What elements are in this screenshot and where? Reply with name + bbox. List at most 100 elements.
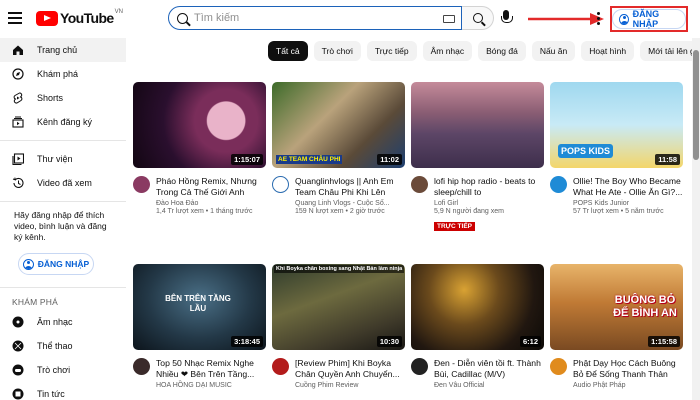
channel-avatar[interactable]	[133, 176, 150, 193]
sidebar-item-label: Video đã xem	[37, 178, 92, 188]
video-stats: 159 N lượt xem • 2 giờ trước	[295, 208, 385, 215]
live-badge: TRỰC TIẾP	[434, 222, 476, 231]
channel-avatar[interactable]	[550, 176, 567, 193]
video-thumbnail[interactable]	[411, 82, 544, 168]
video-card[interactable]: 6:12 Đen - Diễn viên tồi ft. Thành Bùi, …	[411, 264, 544, 389]
sidebar-item-label: Shorts	[37, 93, 64, 103]
video-thumbnail[interactable]: BÊN TRÊN TẦNG LẦU 3:18:45	[133, 264, 266, 350]
sidebar-item-sports[interactable]: Thể thao	[0, 334, 126, 358]
microphone-icon[interactable]	[501, 10, 513, 23]
video-duration: 6:12	[519, 336, 541, 347]
chip-football[interactable]: Bóng đá	[478, 41, 526, 61]
video-title[interactable]: Đen - Diễn viên tồi ft. Thành Bùi, Cadil…	[434, 358, 544, 380]
video-card[interactable]: AE TEAM CHÂU PHI 11:02 Quanglinhvlogs ||…	[272, 82, 405, 215]
more-options-icon[interactable]	[597, 12, 600, 27]
sidebar-item-label: Trang chủ	[37, 45, 78, 55]
sidebar-item-history[interactable]: Video đã xem	[0, 171, 126, 195]
video-title[interactable]: lofi hip hop radio - beats to sleep/chil…	[434, 176, 544, 198]
channel-avatar[interactable]	[272, 358, 289, 375]
channel-name[interactable]: Quang Linh Vlogs - Cuộc Số...	[295, 200, 405, 207]
news-icon	[12, 388, 24, 400]
chip-live[interactable]: Trực tiếp	[366, 41, 417, 61]
video-thumbnail[interactable]: Khi Boyka chân boxing sang Nhật Bản làm …	[272, 264, 405, 350]
video-thumbnail[interactable]: AE TEAM CHÂU PHI 11:02	[272, 82, 405, 168]
sidebar-item-news[interactable]: Tin tức	[0, 382, 126, 400]
sidebar-item-subscriptions[interactable]: Kênh đăng ký	[0, 110, 126, 134]
thumbnail-caption: Khi Boyka chân boxing sang Nhật Bản làm …	[274, 265, 405, 273]
chip-all[interactable]: Tất cả	[268, 41, 308, 61]
user-circle-icon	[619, 13, 629, 25]
channel-avatar[interactable]	[550, 358, 567, 375]
video-title[interactable]: Top 50 Nhạc Remix Nghe Nhiều ❤ Bên Trên …	[156, 358, 266, 380]
video-card[interactable]: 1:15:07 Pháo Hồng Remix, Nhưng Trong Cả …	[133, 82, 266, 215]
chip-gaming[interactable]: Trò chơi	[313, 41, 361, 61]
video-duration: 10:30	[376, 336, 402, 347]
youtube-logo[interactable]: YouTube VN	[36, 9, 123, 26]
channel-name[interactable]: HOA HỒNG DẠI MUSIC	[156, 382, 266, 389]
divider	[0, 140, 126, 141]
signin-prompt-text: Hãy đăng nhập để thích video, bình luận …	[14, 210, 107, 242]
video-card[interactable]: POPS KIDS 11:58 Ollie! The Boy Who Becam…	[550, 82, 683, 215]
signin-label: ĐĂNG NHẬP	[37, 259, 90, 269]
channel-avatar[interactable]	[133, 358, 150, 375]
hamburger-menu-icon[interactable]	[8, 12, 22, 24]
video-thumbnail[interactable]: 1:15:07	[133, 82, 266, 168]
sidebar-item-gaming[interactable]: Trò chơi	[0, 358, 126, 382]
video-duration: 3:18:45	[231, 336, 263, 347]
search-button[interactable]	[462, 6, 494, 30]
sidebar-item-library[interactable]: Thư viện	[0, 147, 126, 171]
chip-cooking[interactable]: Nấu ăn	[531, 41, 576, 61]
keyboard-icon[interactable]	[443, 15, 455, 23]
youtube-play-icon	[36, 10, 58, 26]
channel-name[interactable]: Đào Hoa Đảo	[156, 200, 266, 207]
signin-label: ĐĂNG NHẬP	[632, 9, 660, 29]
channel-avatar[interactable]	[411, 358, 428, 375]
video-card[interactable]: lofi hip hop radio - beats to sleep/chil…	[411, 82, 544, 233]
channel-name[interactable]: Cuồng Phim Review	[295, 382, 405, 389]
channel-avatar[interactable]	[411, 176, 428, 193]
chip-animation[interactable]: Hoạt hình	[581, 41, 635, 61]
sidebar-item-home[interactable]: Trang chủ	[0, 38, 126, 62]
video-duration: 1:15:07	[231, 154, 263, 165]
video-stats: 57 Tr lượt xem • 5 năm trước	[573, 208, 664, 215]
top-header: YouTube VN ĐĂNG NHẬP	[0, 0, 700, 38]
video-title[interactable]: Ollie! The Boy Who Became What He Ate - …	[573, 176, 683, 198]
video-stats: 5,9 N người đang xem	[434, 208, 504, 215]
channel-name[interactable]: Audio Phật Pháp	[573, 382, 683, 389]
channel-name[interactable]: Đen Vâu Official	[434, 382, 544, 389]
thumbnail-caption: BUÔNG BỎ ĐỂ BÌNH AN	[613, 294, 677, 319]
sidebar-item-label: Khám phá	[37, 69, 79, 79]
channel-avatar[interactable]	[272, 176, 289, 193]
signin-button-sidebar[interactable]: ĐĂNG NHẬP	[18, 253, 94, 275]
sidebar-item-music[interactable]: Âm nhạc	[0, 310, 126, 334]
scrollbar-thumb[interactable]	[693, 50, 699, 160]
search-icon	[177, 12, 188, 24]
sidebar-item-explore[interactable]: Khám phá	[0, 62, 126, 86]
sidebar-item-label: Thư viện	[37, 154, 73, 164]
shorts-icon	[12, 92, 24, 104]
video-title[interactable]: Quanglinhvlogs || Anh Em Team Châu Phi K…	[295, 176, 405, 198]
channel-name[interactable]: POPS Kids Junior	[573, 200, 683, 207]
video-title[interactable]: Pháo Hồng Remix, Nhưng Trong Cả Thế Giới…	[156, 176, 266, 198]
library-icon	[12, 153, 24, 165]
sidebar-item-shorts[interactable]: Shorts	[0, 86, 126, 110]
video-thumbnail[interactable]: POPS KIDS 11:58	[550, 82, 683, 168]
video-card[interactable]: BUÔNG BỎ ĐỂ BÌNH AN 1:15:58 Phật Dạy Học…	[550, 264, 683, 389]
scrollbar[interactable]	[692, 38, 700, 400]
chip-music[interactable]: Âm nhạc	[422, 41, 473, 61]
video-duration: 1:15:58	[648, 336, 680, 347]
thumbnail-caption: POPS KIDS	[558, 144, 614, 158]
sports-icon	[12, 340, 24, 352]
video-title[interactable]: [Review Phim] Khi Boyka Chân Quyền Anh C…	[295, 358, 405, 380]
video-card[interactable]: BÊN TRÊN TẦNG LẦU 3:18:45 Top 50 Nhạc Re…	[133, 264, 266, 389]
channel-name[interactable]: Lofi Girl	[434, 200, 544, 207]
video-title[interactable]: Phật Dạy Học Cách Buông Bỏ Để Sống Thanh…	[573, 358, 683, 380]
video-thumbnail[interactable]: 6:12	[411, 264, 544, 350]
divider	[0, 287, 126, 288]
video-thumbnail[interactable]: BUÔNG BỎ ĐỂ BÌNH AN 1:15:58	[550, 264, 683, 350]
signin-button-header[interactable]: ĐĂNG NHẬP	[612, 9, 686, 29]
sidebar-item-label: Thể thao	[37, 341, 73, 351]
search-input[interactable]	[194, 12, 434, 24]
video-card[interactable]: Khi Boyka chân boxing sang Nhật Bản làm …	[272, 264, 405, 389]
user-circle-icon	[22, 258, 34, 270]
